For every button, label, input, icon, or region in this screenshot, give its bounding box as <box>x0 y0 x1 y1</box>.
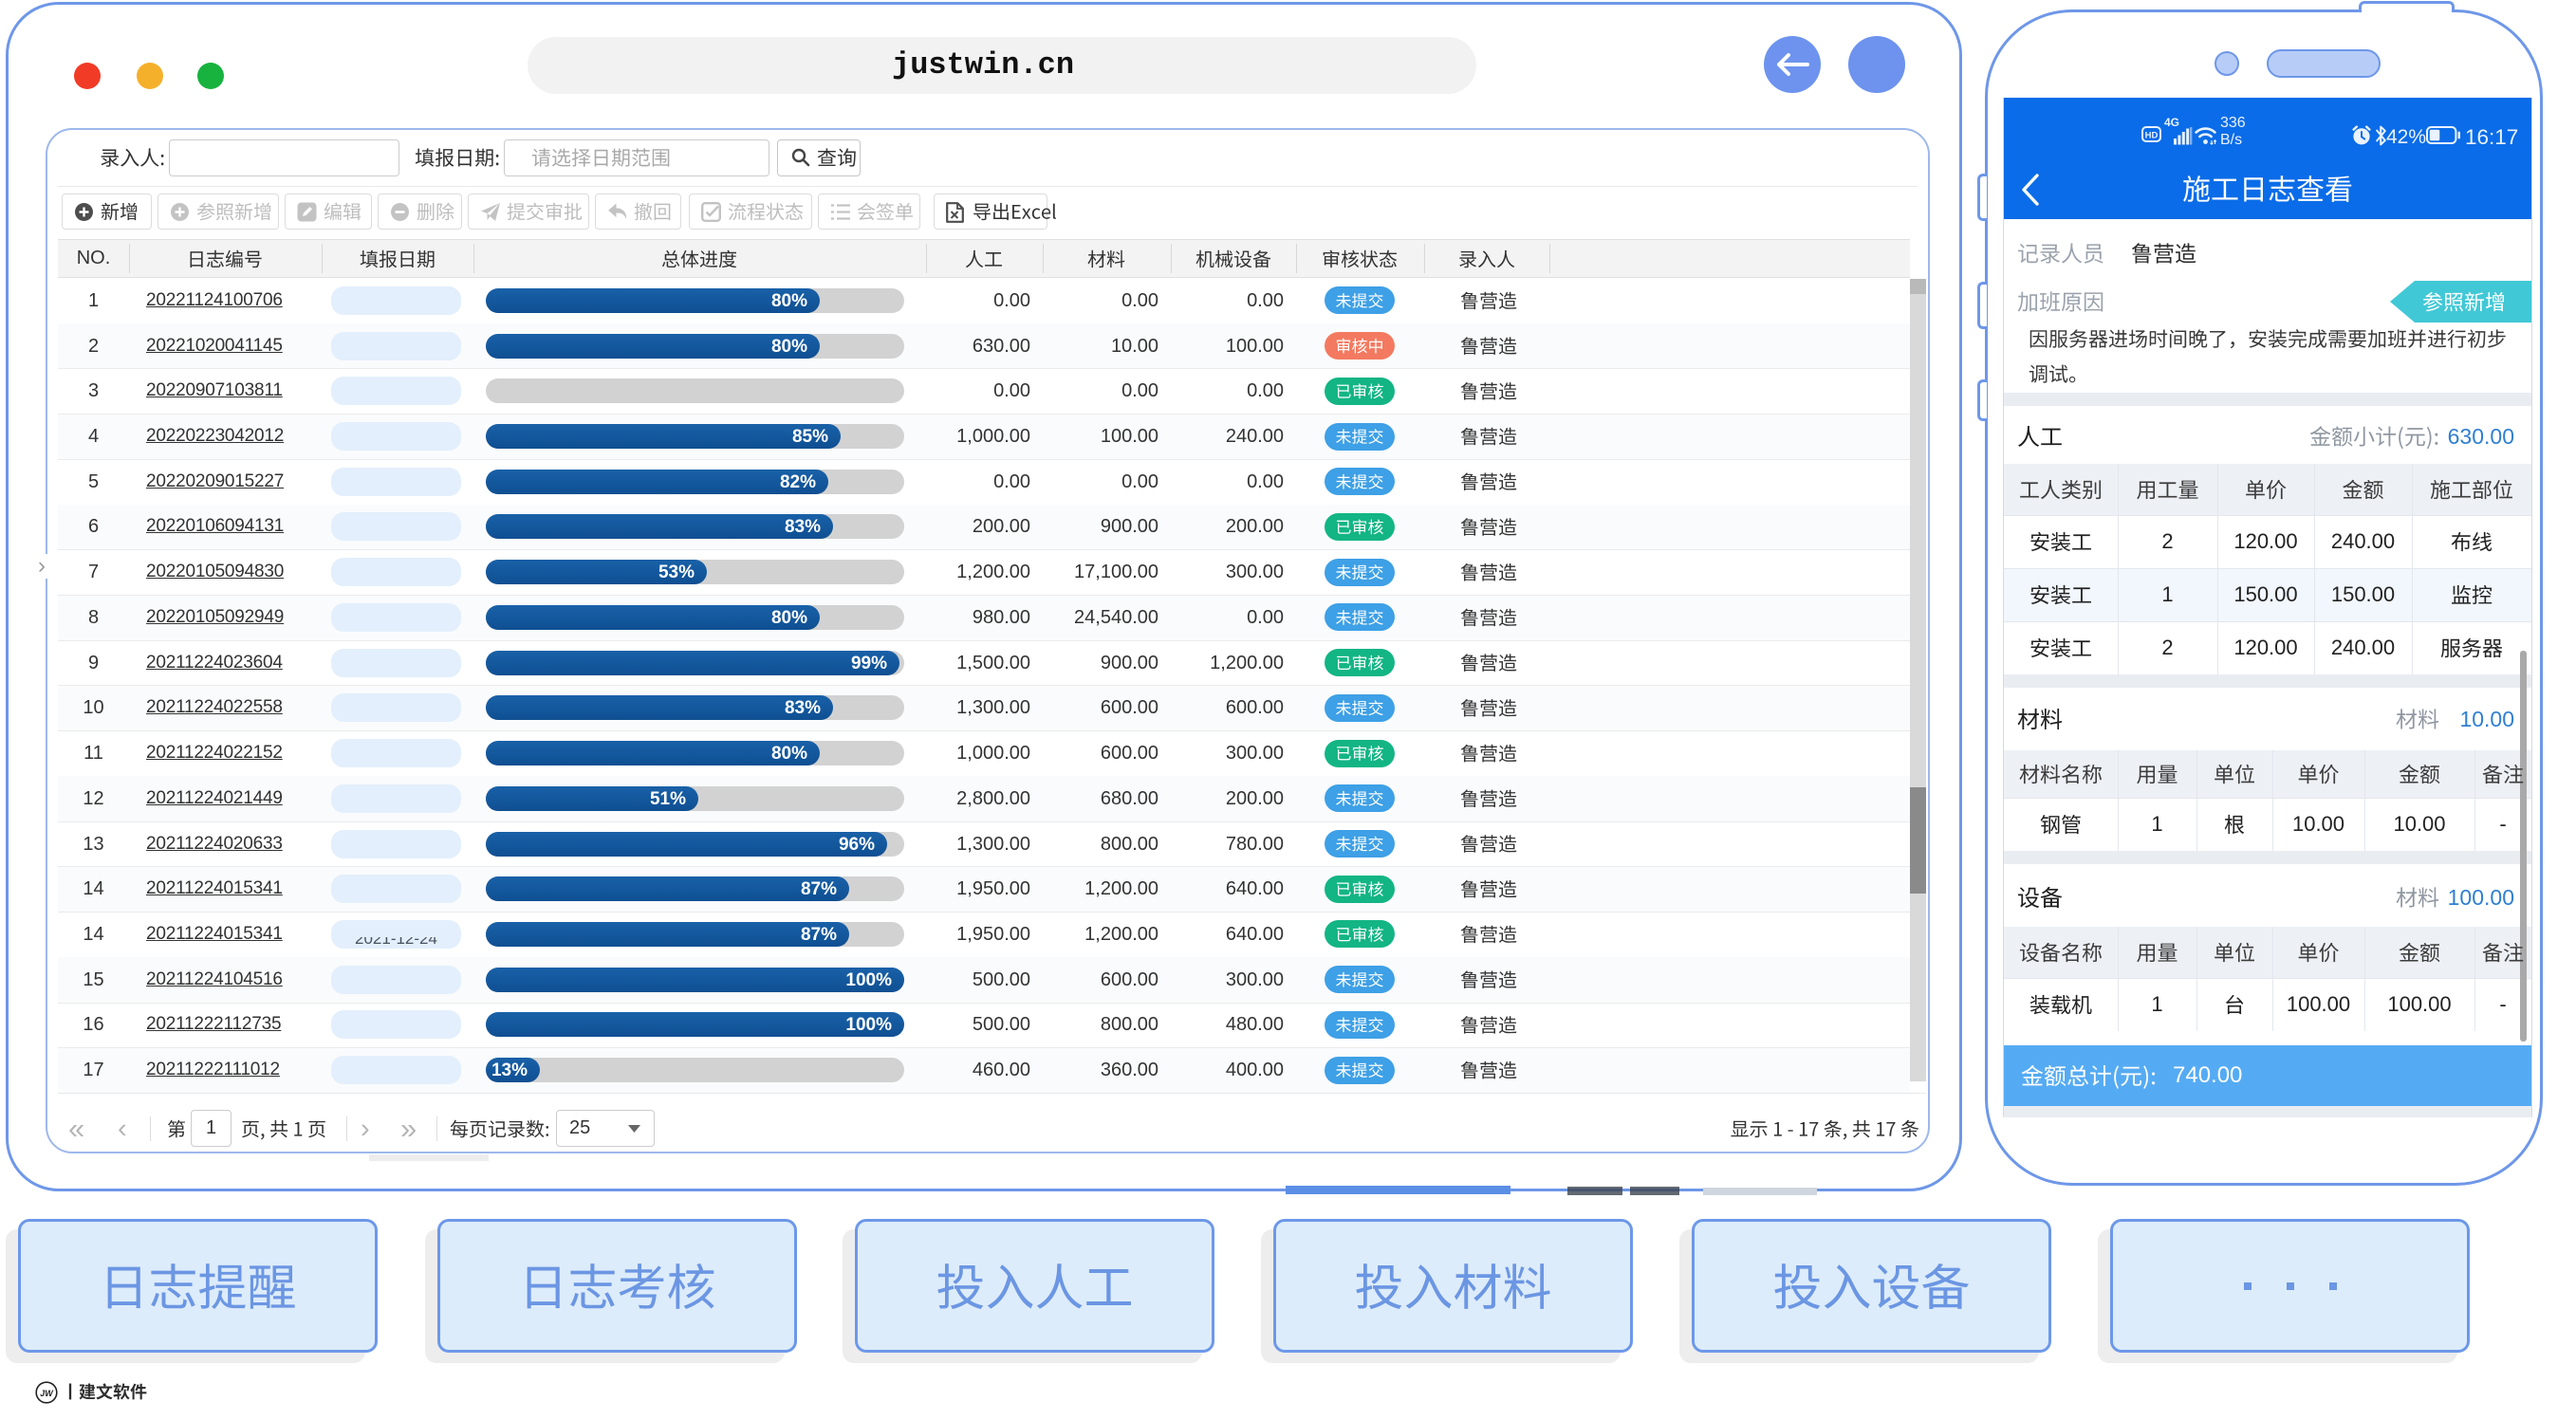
svg-text:JW: JW <box>40 1389 54 1398</box>
svg-text:HD: HD <box>2145 131 2159 141</box>
